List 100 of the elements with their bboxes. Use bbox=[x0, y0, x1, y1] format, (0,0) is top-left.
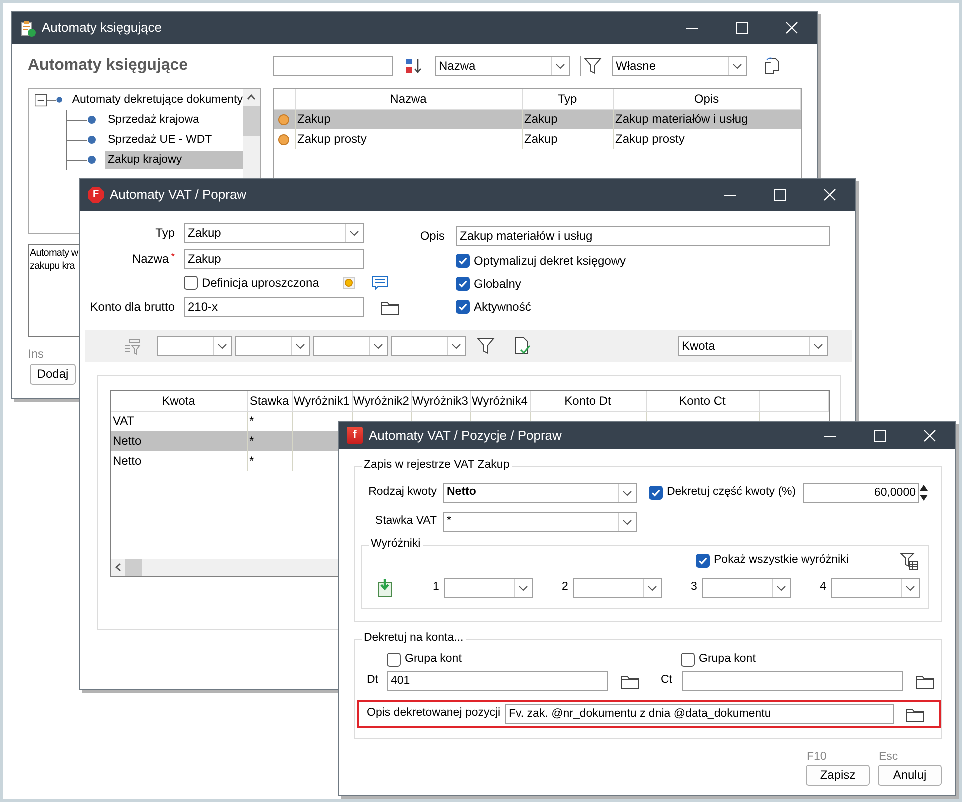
filter-icon[interactable] bbox=[584, 57, 602, 75]
column-header[interactable]: Wyróżnik4 bbox=[470, 391, 530, 411]
folder-icon[interactable] bbox=[621, 674, 639, 688]
status-icon bbox=[343, 277, 356, 289]
checkbox-label[interactable]: Aktywność bbox=[474, 300, 532, 314]
field-label: Nazwa bbox=[132, 252, 170, 266]
table-cell: Zakup bbox=[522, 129, 613, 149]
input-field[interactable]: 401 bbox=[387, 671, 608, 691]
checkbox-label[interactable]: Grupa kont bbox=[699, 653, 756, 667]
dropdown[interactable] bbox=[573, 578, 662, 598]
comment-icon[interactable] bbox=[371, 275, 390, 291]
chevron-icon bbox=[906, 586, 916, 590]
dialog-button[interactable]: Anuluj bbox=[878, 764, 942, 786]
input-field[interactable]: 60,0000 bbox=[803, 483, 919, 503]
chevron-icon bbox=[648, 586, 658, 590]
dropdown[interactable] bbox=[157, 336, 232, 356]
input-field[interactable] bbox=[682, 671, 903, 691]
column-header[interactable]: Opis bbox=[613, 89, 800, 109]
chevron-icon bbox=[556, 64, 565, 68]
slot-number: 4 bbox=[820, 581, 826, 595]
column-header[interactable]: Stawka bbox=[247, 391, 292, 411]
dropdown[interactable] bbox=[444, 578, 534, 598]
dropdown[interactable] bbox=[391, 336, 466, 356]
checkbox[interactable] bbox=[456, 277, 470, 292]
checkbox[interactable] bbox=[184, 276, 198, 290]
add-button[interactable]: Dodaj bbox=[30, 364, 76, 386]
window-title: Automaty VAT / Pozycje / Popraw bbox=[369, 428, 563, 444]
maximize-icon[interactable] bbox=[774, 189, 786, 201]
scroll-thumb[interactable] bbox=[243, 106, 260, 136]
input-field[interactable]: Zakup materiałów i usług bbox=[456, 226, 830, 246]
dropdown[interactable]: Własne bbox=[612, 56, 747, 76]
input-field[interactable]: Fv. zak. @nr_dokumentu z dnia @data_dokumentu bbox=[505, 704, 894, 724]
filter-table-icon[interactable] bbox=[900, 552, 918, 570]
column-header[interactable]: Wyróżnik1 bbox=[292, 391, 352, 411]
maximize-icon[interactable] bbox=[874, 430, 886, 442]
checkbox-label[interactable]: Dekretuj część kwoty (%) bbox=[667, 486, 796, 500]
table-row[interactable]: Zakup prosty Zakup Zakup prosty bbox=[274, 129, 800, 149]
checkbox-label[interactable]: Globalny bbox=[474, 277, 522, 292]
dropdown[interactable]: * bbox=[443, 512, 637, 532]
folder-icon[interactable] bbox=[906, 706, 924, 722]
checkbox-label[interactable]: Optymalizuj dekret księgowy bbox=[474, 254, 626, 269]
dropdown[interactable]: Netto bbox=[443, 483, 637, 503]
scroll-thumb[interactable] bbox=[125, 559, 142, 576]
checkbox[interactable] bbox=[696, 554, 710, 568]
checkbox[interactable] bbox=[387, 653, 401, 667]
checkbox-label[interactable]: Pokaż wszystkie wyróżniki bbox=[714, 554, 849, 568]
tree-item[interactable]: Zakup krajowy bbox=[105, 151, 243, 169]
chevron-icon bbox=[218, 344, 227, 348]
field-label: Konto dla brutto bbox=[89, 300, 175, 314]
chevron-icon bbox=[374, 344, 383, 348]
filter-icon[interactable] bbox=[477, 337, 495, 355]
table-cell: VAT bbox=[111, 411, 247, 431]
checkbox[interactable] bbox=[649, 486, 663, 500]
field-label: Typ bbox=[154, 226, 175, 240]
copy-icon[interactable] bbox=[763, 57, 781, 75]
column-header[interactable]: Konto Dt bbox=[530, 391, 646, 411]
checkbox-label[interactable]: Definicja uproszczona bbox=[202, 276, 320, 290]
close-icon[interactable] bbox=[786, 22, 798, 34]
tree-item[interactable]: Sprzedaż UE - WDT bbox=[105, 131, 243, 149]
dropdown[interactable] bbox=[313, 336, 388, 356]
folder-icon[interactable] bbox=[381, 300, 399, 314]
column-header[interactable]: Konto Ct bbox=[646, 391, 759, 411]
description-line: Automaty w bbox=[30, 247, 78, 260]
dropdown[interactable]: Kwota bbox=[678, 336, 828, 356]
column-header[interactable]: Wyróżnik3 bbox=[411, 391, 470, 411]
close-icon[interactable] bbox=[824, 189, 836, 201]
search-field[interactable] bbox=[273, 56, 393, 76]
tree-item[interactable]: Sprzedaż krajowa bbox=[105, 111, 243, 129]
dropdown[interactable]: Nazwa bbox=[435, 56, 570, 76]
table-row[interactable]: Zakup Zakup Zakup materiałów i usług bbox=[274, 109, 800, 129]
maximize-icon[interactable] bbox=[736, 22, 748, 34]
import-icon[interactable] bbox=[377, 579, 393, 597]
dropdown[interactable] bbox=[831, 578, 920, 598]
column-header[interactable]: Typ bbox=[522, 89, 613, 109]
dropdown[interactable] bbox=[702, 578, 792, 598]
table-cell: Zakup bbox=[522, 109, 613, 129]
tree-item[interactable]: Automaty dekretujące dokumenty bbox=[69, 91, 243, 109]
shortcut-label: F10 bbox=[806, 751, 828, 765]
checkbox[interactable] bbox=[681, 653, 695, 667]
checkbox-label[interactable]: Grupa kont bbox=[405, 653, 462, 667]
sort-icon[interactable] bbox=[405, 57, 423, 75]
chevron-icon bbox=[777, 586, 786, 590]
checkbox[interactable] bbox=[456, 300, 470, 314]
document-check-icon[interactable] bbox=[514, 337, 531, 355]
status-dot bbox=[278, 134, 290, 146]
column-header[interactable]: Wyróżnik2 bbox=[352, 391, 411, 411]
field-label: Rodzaj kwoty bbox=[368, 486, 437, 500]
column-header[interactable]: Nazwa bbox=[295, 89, 522, 109]
chevron-icon bbox=[452, 344, 461, 348]
shortcut-label: Esc bbox=[878, 751, 900, 765]
input-field[interactable]: Zakup bbox=[184, 249, 364, 269]
collapse-icon[interactable] bbox=[35, 92, 48, 108]
dialog-button[interactable]: Zapisz bbox=[806, 764, 870, 786]
column-header[interactable]: Kwota bbox=[111, 391, 247, 411]
dropdown[interactable] bbox=[235, 336, 310, 356]
folder-icon[interactable] bbox=[916, 674, 934, 688]
close-icon[interactable] bbox=[924, 430, 936, 442]
checkbox[interactable] bbox=[456, 254, 470, 268]
dropdown[interactable]: Zakup bbox=[184, 223, 364, 243]
input-field[interactable]: 210-x bbox=[184, 297, 364, 317]
